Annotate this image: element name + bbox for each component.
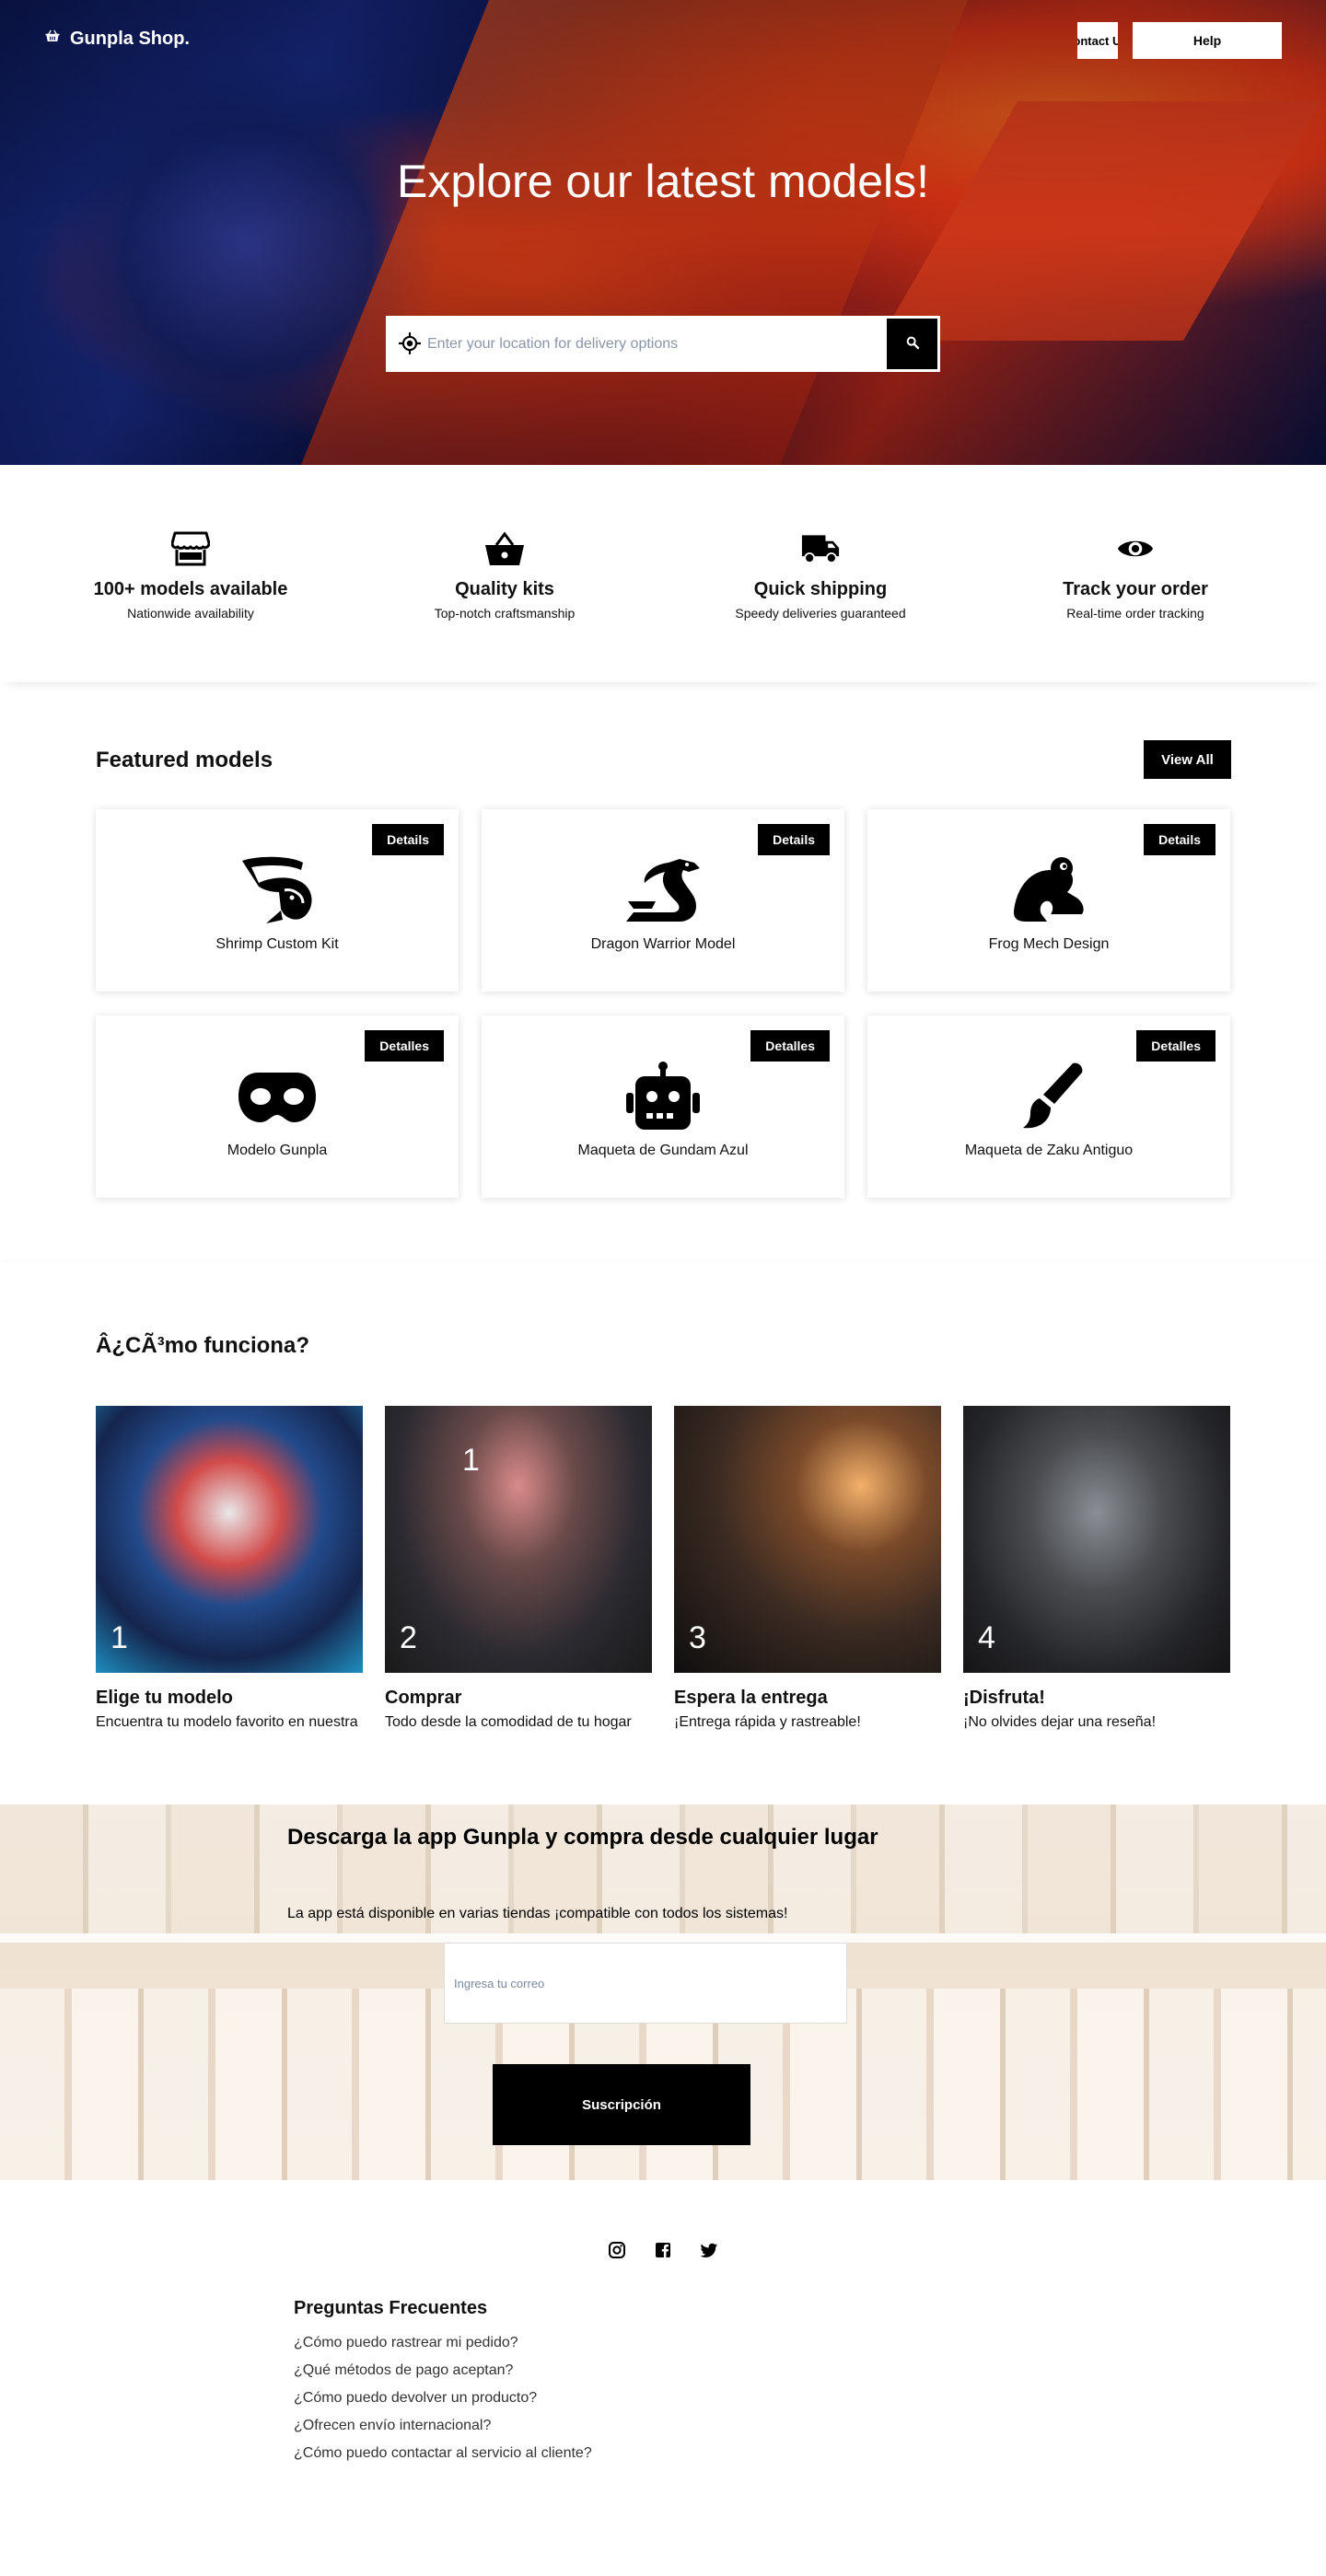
step-number: 1 <box>110 1620 128 1655</box>
truck-icon <box>682 528 959 566</box>
step-number: 3 <box>689 1620 706 1655</box>
app-text: La app está disponible en varias tiendas… <box>287 1906 788 1921</box>
social-links <box>0 2241 1326 2259</box>
model-name: Maqueta de Gundam Azul <box>577 1143 749 1158</box>
model-name: Shrimp Custom Kit <box>215 936 339 952</box>
shrimp-icon <box>96 855 459 925</box>
model-name: Maqueta de Zaku Antiguo <box>964 1143 1134 1158</box>
model-card[interactable]: Details Frog Mech Design <box>867 809 1230 992</box>
subscribe-button[interactable]: Suscripción <box>493 2064 750 2145</box>
how-it-works-title: Â¿CÃ³mo funciona? <box>96 1333 309 1358</box>
email-field[interactable] <box>444 1943 847 2024</box>
feature-item: Quick shipping Speedy deliveries guarant… <box>682 528 959 621</box>
feature-item: Track your order Real-time order trackin… <box>997 528 1274 621</box>
hero-banner: Gunpla Shop. Contact Us Help Explore our… <box>0 0 1326 465</box>
model-card[interactable]: Detalles Modelo Gunpla <box>96 1015 459 1198</box>
step-title: ¡Disfruta! <box>963 1688 1045 1708</box>
feature-subtitle: Real-time order tracking <box>1066 606 1204 621</box>
mask-icon <box>96 1062 459 1131</box>
model-card[interactable]: Detalles Maqueta de Zaku Antiguo <box>867 1015 1230 1198</box>
featured-title: Featured models <box>96 748 273 772</box>
faq-item[interactable]: ¿Cómo puedo rastrear mi pedido? <box>294 2333 592 2361</box>
step-image-gundam: 1 <box>96 1406 363 1673</box>
details-button[interactable]: Details <box>758 824 830 855</box>
step-item: 4 ¡Disfruta! ¡No olvides dejar una reseñ… <box>963 1406 1230 1731</box>
app-title: Descarga la app Gunpla y compra desde cu… <box>287 1825 878 1850</box>
twitter-icon[interactable] <box>700 2241 718 2259</box>
details-button[interactable]: Detalles <box>1136 1030 1216 1062</box>
details-button[interactable]: Detalles <box>365 1030 444 1062</box>
features-strip: 100+ models available Nationwide availab… <box>0 465 1326 682</box>
faq-item[interactable]: ¿Qué métodos de pago aceptan? <box>294 2361 592 2388</box>
step-text: ¡Entrega rápida y rastreable! <box>674 1714 861 1730</box>
contact-us-button[interactable]: Contact Us <box>1077 22 1118 59</box>
search-icon <box>905 335 920 353</box>
background-shelf <box>0 1933 1326 1943</box>
instagram-icon[interactable] <box>608 2241 626 2259</box>
feature-title: 100+ models available <box>93 579 288 599</box>
feature-subtitle: Nationwide availability <box>127 606 254 621</box>
step-image-figure-cameras: 4 <box>963 1406 1230 1673</box>
section-divider <box>0 1263 1326 1269</box>
paintbrush-icon <box>867 1062 1230 1131</box>
feature-subtitle: Speedy deliveries guaranteed <box>735 606 906 621</box>
faq-list: ¿Cómo puedo rastrear mi pedido? ¿Qué mét… <box>294 2333 592 2471</box>
dragon-icon <box>482 855 844 925</box>
feature-title: Quick shipping <box>753 579 888 599</box>
faq-item[interactable]: ¿Cómo puedo devolver un producto? <box>294 2388 592 2416</box>
help-button[interactable]: Help <box>1133 22 1282 59</box>
feature-title: Track your order <box>1063 579 1208 599</box>
model-name: Frog Mech Design <box>988 936 1110 952</box>
brand-name: Gunpla Shop. <box>70 28 190 49</box>
feature-item: Quality kits Top-notch craftsmanship <box>366 528 643 621</box>
step-number-overlay: 1 <box>462 1443 480 1478</box>
view-all-button[interactable]: View All <box>1144 740 1231 779</box>
faq-title: Preguntas Frecuentes <box>294 2298 488 2318</box>
facebook-icon[interactable] <box>654 2241 672 2259</box>
step-image-camera-woman: 3 <box>674 1406 941 1673</box>
step-text: ¡No olvides dejar una reseña! <box>963 1714 1157 1730</box>
feature-subtitle: Top-notch craftsmanship <box>434 606 576 621</box>
model-name: Dragon Warrior Model <box>590 936 736 952</box>
basket-logo-icon <box>44 28 61 50</box>
location-crosshair-icon <box>398 331 422 355</box>
feature-title: Quality kits <box>455 579 554 599</box>
model-card[interactable]: Detalles Maqueta de Gundam Azul <box>482 1015 844 1198</box>
step-item: 1 2 Comprar Todo desde la comodidad de t… <box>385 1406 652 1731</box>
model-card[interactable]: Details Shrimp Custom Kit <box>96 809 459 992</box>
search-button[interactable] <box>887 319 937 369</box>
frog-icon <box>867 855 1230 925</box>
step-text: Encuentra tu modelo favorito en nuestra <box>96 1714 358 1730</box>
feature-item: 100+ models available Nationwide availab… <box>52 528 329 621</box>
step-title: Espera la entrega <box>674 1688 828 1708</box>
faq-item[interactable]: ¿Cómo puedo contactar al servicio al cli… <box>294 2443 592 2471</box>
step-item: 3 Espera la entrega ¡Entrega rápida y ra… <box>674 1406 941 1731</box>
faq-item[interactable]: ¿Ofrecen envío internacional? <box>294 2416 592 2443</box>
eye-icon <box>997 528 1274 566</box>
step-number: 4 <box>978 1620 995 1655</box>
details-button[interactable]: Details <box>372 824 444 855</box>
location-search <box>386 316 940 372</box>
basket-icon <box>366 528 643 566</box>
brand-logo[interactable]: Gunpla Shop. <box>44 28 190 50</box>
model-name: Modelo Gunpla <box>227 1143 328 1158</box>
app-download-section: Descarga la app Gunpla y compra desde cu… <box>0 1804 1326 2180</box>
step-item: 1 Elige tu modelo Encuentra tu modelo fa… <box>96 1406 363 1731</box>
step-image-street: 1 2 <box>385 1406 652 1673</box>
step-text: Todo desde la comodidad de tu hogar <box>385 1714 632 1730</box>
details-button[interactable]: Details <box>1144 824 1216 855</box>
location-input[interactable] <box>422 319 887 369</box>
model-card[interactable]: Details Dragon Warrior Model <box>482 809 844 992</box>
robot-icon <box>482 1062 844 1131</box>
hero-overlay <box>0 0 1326 465</box>
step-title: Elige tu modelo <box>96 1688 233 1708</box>
details-button[interactable]: Detalles <box>750 1030 830 1062</box>
step-title: Comprar <box>385 1688 462 1708</box>
store-icon <box>52 528 329 566</box>
hero-title: Explore our latest models! <box>396 156 930 207</box>
step-number: 2 <box>400 1620 417 1655</box>
